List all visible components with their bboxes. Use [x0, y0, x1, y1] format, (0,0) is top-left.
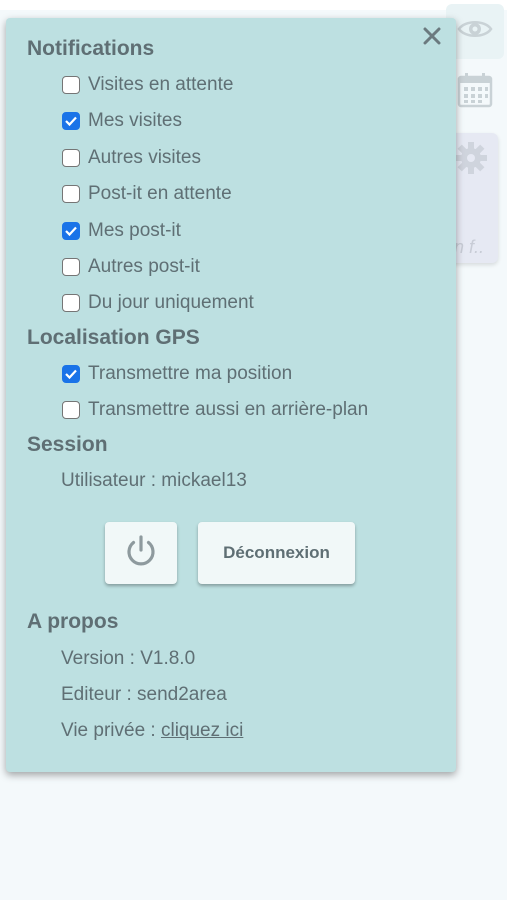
power-button[interactable]: [105, 522, 177, 584]
calendar-button[interactable]: [452, 66, 498, 118]
checkbox-label: Du jour uniquement: [88, 292, 254, 313]
notifications-title: Notifications: [27, 37, 155, 60]
session-title: Session: [27, 433, 108, 456]
checkbox-autres-post-it[interactable]: Autres post-it: [62, 253, 200, 281]
checkbox-icon[interactable]: [62, 149, 80, 167]
close-icon: [423, 27, 441, 50]
gear-icon: [454, 141, 488, 180]
checkbox-post-it-en-attente[interactable]: Post-it en attente: [62, 180, 232, 208]
user-line: Utilisateur : mickael13: [61, 470, 247, 491]
checkbox-label: Mes post-it: [88, 220, 181, 241]
settings-panel: Notifications Visites en attente Mes vis…: [6, 18, 456, 772]
checkbox-autres-visites[interactable]: Autres visites: [62, 144, 201, 172]
card-snippet: n f..: [454, 237, 485, 257]
logout-button[interactable]: Déconnexion: [198, 522, 355, 584]
checkbox-label: Post-it en attente: [88, 183, 232, 204]
about-title: A propos: [27, 610, 119, 633]
checkbox-transmettre-arriere-plan[interactable]: Transmettre aussi en arrière-plan: [62, 396, 368, 424]
checkbox-mes-post-it[interactable]: Mes post-it: [62, 217, 181, 245]
checkbox-label: Transmettre ma position: [88, 363, 293, 384]
version-line: Version : V1.8.0: [61, 648, 196, 669]
eye-icon: [457, 17, 493, 46]
checkbox-checked-icon[interactable]: [62, 112, 80, 130]
privacy-link[interactable]: cliquez ici: [161, 720, 243, 741]
close-button[interactable]: [420, 26, 444, 50]
checkbox-du-jour-uniquement[interactable]: Du jour uniquement: [62, 289, 254, 317]
checkbox-icon[interactable]: [62, 185, 80, 203]
checkbox-icon[interactable]: [62, 401, 80, 419]
checkbox-label: Autres post-it: [88, 256, 200, 277]
power-icon: [123, 533, 159, 574]
checkbox-icon[interactable]: [62, 258, 80, 276]
checkbox-visites-en-attente[interactable]: Visites en attente: [62, 71, 233, 99]
checkbox-icon[interactable]: [62, 294, 80, 312]
checkbox-label: Mes visites: [88, 110, 182, 131]
checkbox-checked-icon[interactable]: [62, 365, 80, 383]
calendar-icon: [457, 72, 493, 113]
checkbox-checked-icon[interactable]: [62, 222, 80, 240]
checkbox-label: Visites en attente: [88, 74, 234, 95]
checkbox-label: Autres visites: [88, 147, 201, 168]
editor-line: Editeur : send2area: [61, 684, 227, 705]
privacy-line: Vie privée : cliquez ici: [61, 720, 243, 742]
checkbox-transmettre-position[interactable]: Transmettre ma position: [62, 360, 292, 388]
background-top-strip: [0, 0, 507, 10]
checkbox-label: Transmettre aussi en arrière-plan: [88, 399, 369, 420]
checkbox-mes-visites[interactable]: Mes visites: [62, 107, 182, 135]
privacy-label: Vie privée :: [61, 720, 161, 741]
gps-title: Localisation GPS: [27, 326, 200, 349]
checkbox-icon[interactable]: [62, 76, 80, 94]
